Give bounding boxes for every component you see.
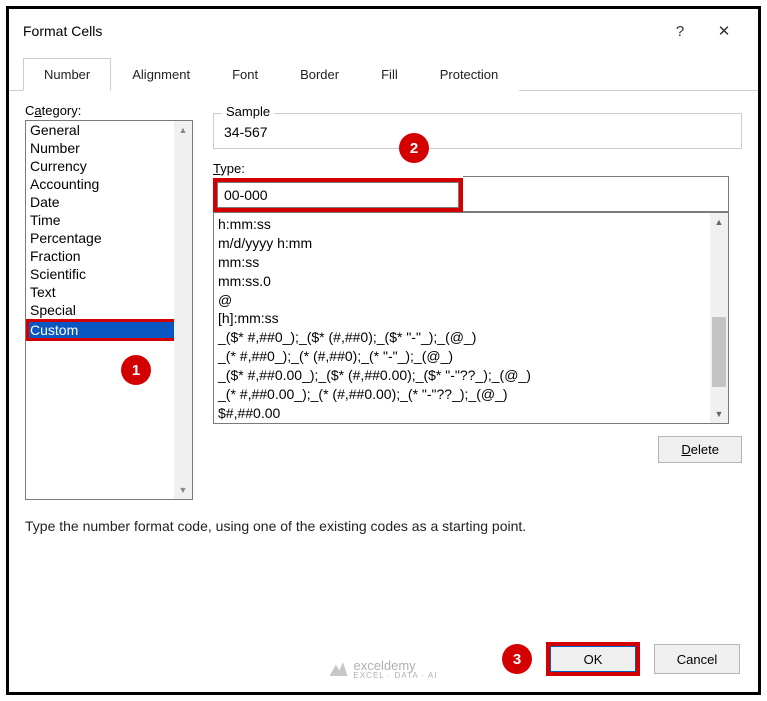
scrollbar[interactable]: ▲ ▼ [174,121,192,499]
tab-alignment[interactable]: Alignment [111,58,211,91]
category-label: Category: [25,103,193,118]
format-scrollbar[interactable]: ▲ ▼ [710,213,728,423]
format-item[interactable]: mm:ss [218,253,724,272]
tab-font[interactable]: Font [211,58,279,91]
format-item[interactable]: _(* #,##0_);_(* (#,##0);_(* "-"_);_(@_) [218,347,724,366]
close-button[interactable]: ✕ [702,15,746,47]
format-item[interactable]: $#,##0.00 [218,404,724,423]
type-label: Type: [213,161,742,176]
titlebar: Format Cells ? ✕ [9,9,758,53]
format-item[interactable]: 00000 [218,423,724,424]
tab-content: Category: GeneralNumberCurrencyAccountin… [9,91,758,632]
category-item[interactable]: Currency [26,157,192,175]
sample-group: Sample 34-567 [213,113,742,149]
format-list[interactable]: h:mm:ssm/d/yyyy h:mmmm:ssmm:ss.0@[h]:mm:… [213,212,729,424]
category-listbox[interactable]: GeneralNumberCurrencyAccountingDateTimeP… [25,120,193,500]
tab-strip: Number Alignment Font Border Fill Protec… [9,57,758,91]
category-item[interactable]: Number [26,139,192,157]
callout-1: 1 [121,355,151,385]
type-input-highlight [213,178,463,212]
scroll-down-icon[interactable]: ▼ [710,405,728,423]
scroll-thumb[interactable] [712,317,726,387]
format-item[interactable]: _($* #,##0_);_($* (#,##0);_($* "-"_);_(@… [218,328,724,347]
format-item[interactable]: [h]:mm:ss [218,309,724,328]
category-item[interactable]: Accounting [26,175,192,193]
category-item[interactable]: Percentage [26,229,192,247]
scroll-up-icon[interactable]: ▲ [710,213,728,231]
tab-border[interactable]: Border [279,58,360,91]
format-item[interactable]: m/d/yyyy h:mm [218,234,724,253]
callout-3: 3 [502,644,532,674]
tab-fill[interactable]: Fill [360,58,419,91]
sample-label: Sample [222,104,274,119]
sample-value: 34-567 [224,118,731,140]
category-item[interactable]: Time [26,211,192,229]
format-item[interactable]: h:mm:ss [218,215,724,234]
cancel-button[interactable]: Cancel [654,644,740,674]
format-item[interactable]: mm:ss.0 [218,272,724,291]
ok-highlight: OK [546,642,640,676]
category-item[interactable]: Date [26,193,192,211]
category-item[interactable]: General [26,121,192,139]
category-item[interactable]: Special [26,301,192,319]
format-item[interactable]: @ [218,291,724,310]
scroll-down-icon[interactable]: ▼ [174,481,192,499]
delete-button[interactable]: Delete [658,436,742,463]
category-item[interactable]: Scientific [26,265,192,283]
scroll-up-icon[interactable]: ▲ [174,121,192,139]
format-item[interactable]: _(* #,##0.00_);_(* (#,##0.00);_(* "-"??_… [218,385,724,404]
callout-2: 2 [399,133,429,163]
hint-text: Type the number format code, using one o… [25,518,742,534]
category-item[interactable]: Custom [26,319,192,341]
help-button[interactable]: ? [658,15,702,47]
dialog-footer: 3 OK Cancel [9,632,758,692]
tab-number[interactable]: Number [23,58,111,91]
category-item[interactable]: Text [26,283,192,301]
ok-button[interactable]: OK [550,646,636,672]
format-item[interactable]: _($* #,##0.00_);_($* (#,##0.00);_($* "-"… [218,366,724,385]
dialog-title: Format Cells [23,23,658,39]
tab-protection[interactable]: Protection [419,58,520,91]
category-item[interactable]: Fraction [26,247,192,265]
type-input[interactable] [217,182,459,208]
format-cells-dialog: Format Cells ? ✕ Number Alignment Font B… [9,9,758,692]
